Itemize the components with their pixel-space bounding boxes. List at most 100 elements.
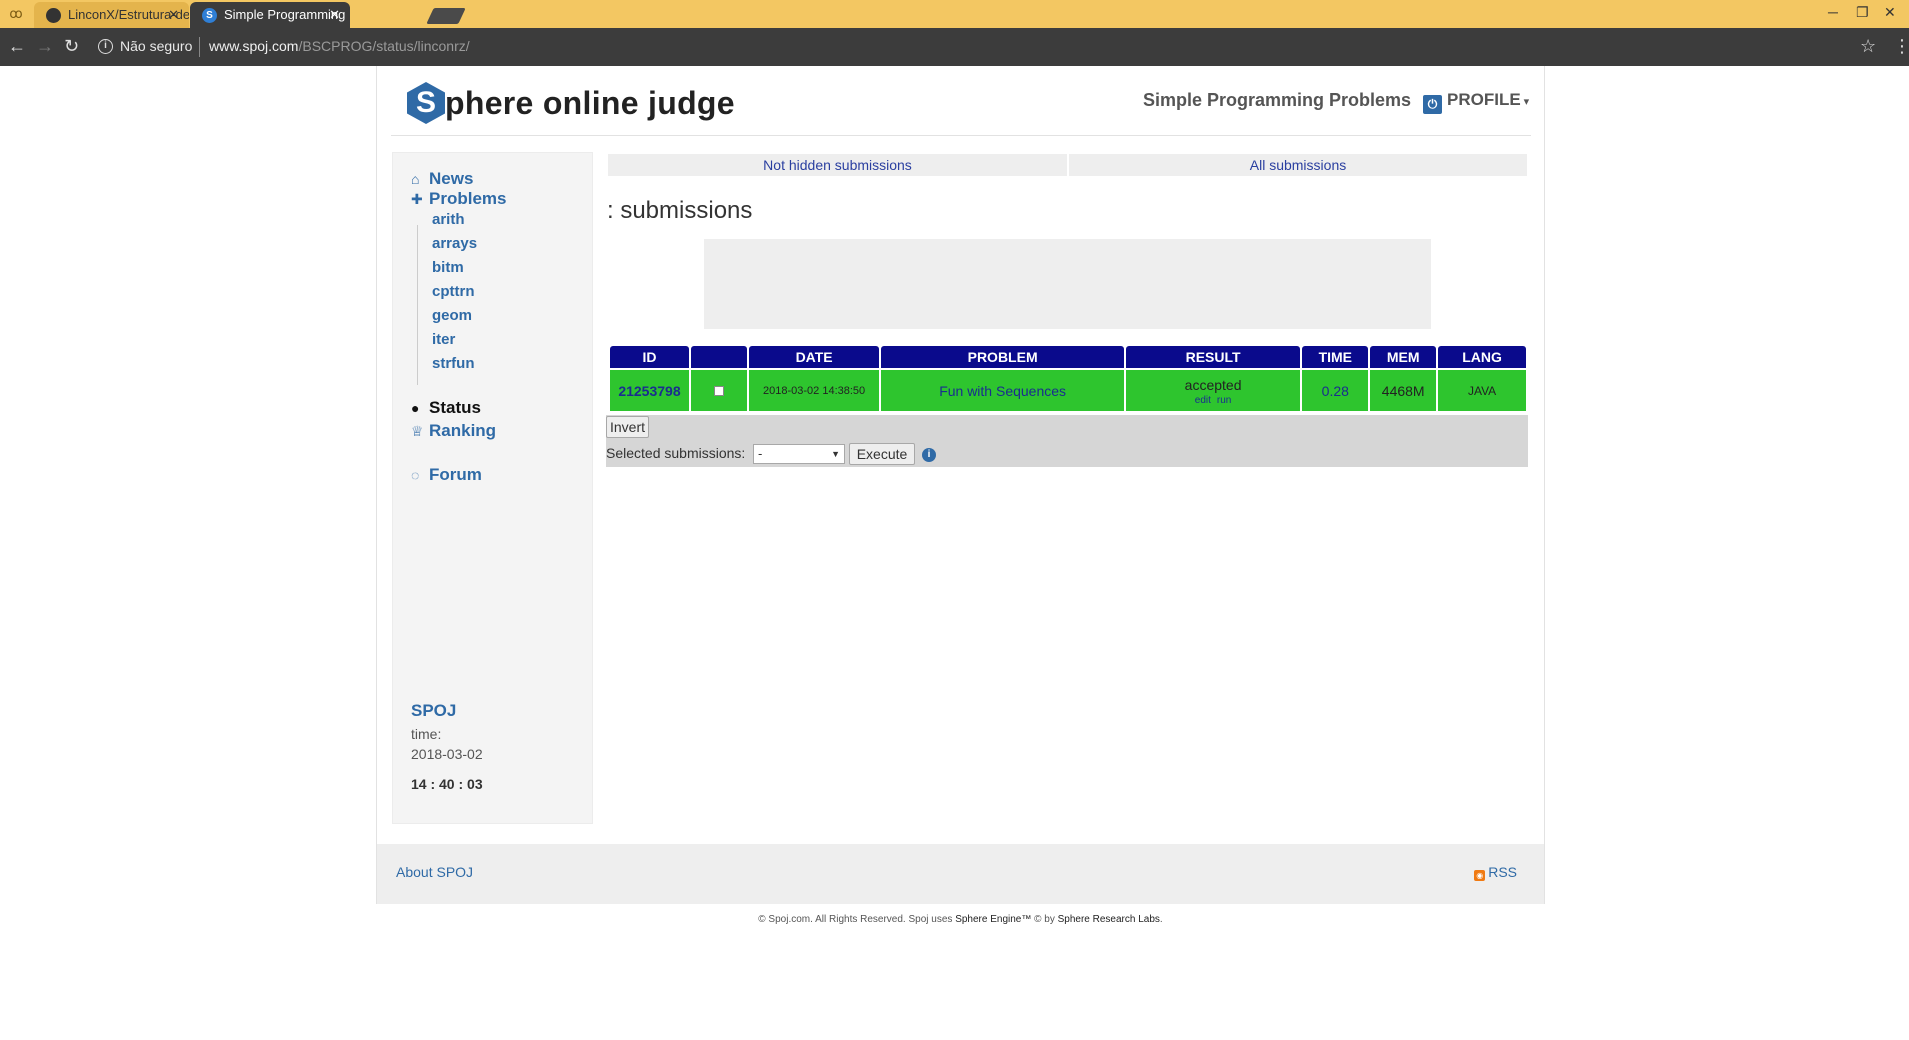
subnav-item-strfun[interactable]: strfun [432, 355, 475, 372]
result-cell: accepted edit run [1125, 368, 1301, 411]
problem-link[interactable]: Fun with Sequences [881, 368, 1124, 411]
problems-subnav: arith arrays bitm cpttrn geom iter strfu… [417, 211, 477, 385]
logo-hexagon-icon: S [407, 82, 445, 124]
submission-time[interactable]: 0.28 [1302, 368, 1369, 411]
sidebar-item-news[interactable]: ⌂ News [411, 169, 473, 189]
sidebar: ⌂ News ✚ Problems arith arrays bitm cpttrn… [392, 152, 593, 824]
result-links: edit run [1126, 395, 1301, 406]
window-close-icon[interactable]: ✕ [1884, 4, 1896, 21]
sphere-research-labs-link[interactable]: Sphere Research Labs [1058, 914, 1160, 925]
sidebar-item-status[interactable]: ● Status [411, 398, 481, 418]
sidebar-item-forum[interactable]: ◌ Forum [411, 465, 482, 485]
spoj-favicon-icon: S [202, 8, 217, 23]
security-label[interactable]: Não seguro [120, 38, 192, 54]
server-date: 2018-03-02 [411, 746, 483, 762]
copyright-line: © Spoj.com. All Rights Reserved. Spoj us… [0, 914, 1909, 925]
profile-label: PROFILE [1447, 90, 1521, 109]
action-select[interactable]: - ▼ [753, 444, 845, 464]
server-clock: 14 : 40 : 03 [411, 776, 483, 792]
subnav-item-cpttrn[interactable]: cpttrn [432, 283, 475, 300]
ad-placeholder [704, 239, 1431, 329]
table-row: 21253798 2018-03-02 14:38:50 Fun with Se… [610, 368, 1526, 411]
submission-id-link[interactable]: 21253798 [610, 368, 689, 411]
back-icon[interactable]: ← [8, 36, 26, 57]
spoj-footer-title[interactable]: SPOJ [411, 701, 456, 721]
address-bar[interactable]: i Não seguro www.spoj.com/BSCPROG/status… [92, 31, 1892, 63]
kebab-menu-icon[interactable]: ⋮ [1893, 36, 1909, 57]
browser-tab-bar: ꝏ LinconX/Estrutura-de-Da ✕ S Simple Pro… [0, 0, 1909, 28]
close-icon[interactable]: ✕ [168, 7, 179, 23]
info-icon[interactable]: i [98, 39, 113, 54]
sphere-engine-link[interactable]: Sphere Engine™ [955, 914, 1031, 925]
restore-icon[interactable]: ❐ [1856, 4, 1869, 21]
column-header-time: TIME [1302, 346, 1369, 368]
close-icon[interactable]: ✕ [329, 7, 340, 23]
subnav-item-bitm[interactable]: bitm [432, 259, 464, 276]
column-header-id: ID [610, 346, 689, 368]
new-tab-button[interactable] [426, 8, 466, 24]
header-divider [391, 135, 1531, 136]
column-header-date: DATE [748, 346, 880, 368]
sidebar-item-label: News [429, 169, 474, 188]
tab-not-hidden-submissions[interactable]: Not hidden submissions [608, 154, 1067, 176]
contest-title[interactable]: Simple Programming Problems [1143, 90, 1411, 111]
sidebar-item-problems[interactable]: ✚ Problems [411, 189, 506, 209]
submission-language: JAVA [1438, 368, 1526, 411]
column-header-lang: LANG [1438, 346, 1526, 368]
url-text[interactable]: www.spoj.com/BSCPROG/status/linconrz/ [209, 38, 470, 54]
browser-toolbar: ← → ↻ i Não seguro www.spoj.com/BSCPROG/… [0, 28, 1909, 66]
time-label: time: [411, 726, 442, 742]
incognito-menu-icon[interactable]: ꝏ [6, 6, 26, 22]
forward-icon[interactable]: → [36, 36, 54, 57]
power-icon: ⏻ [1423, 95, 1442, 114]
tab-all-submissions[interactable]: All submissions [1069, 154, 1527, 176]
rss-icon: ◉ [1474, 870, 1486, 881]
caret-down-icon: ▾ [1523, 96, 1530, 108]
star-icon[interactable]: ☆ [1860, 36, 1876, 57]
submission-filter-tabs: Not hidden submissions All submissions [608, 154, 1527, 176]
edit-link[interactable]: edit [1195, 395, 1211, 406]
column-header-select [690, 346, 747, 368]
logo-text: phere online judge [445, 85, 735, 121]
rss-label: RSS [1488, 864, 1517, 880]
profile-menu[interactable]: ⏻ PROFILE ▾ [1423, 90, 1529, 114]
trophy-icon: ♕ [411, 423, 424, 439]
subnav-item-arith[interactable]: arith [432, 211, 465, 228]
column-header-problem: PROBLEM [881, 346, 1124, 368]
sidebar-item-label: Forum [429, 465, 482, 484]
browser-tab-spoj[interactable]: S Simple Programming Pro ✕ [190, 2, 350, 28]
copyright-text-b: © by [1031, 914, 1058, 925]
divider [199, 37, 200, 57]
subnav-item-iter[interactable]: iter [432, 331, 455, 348]
page-container: S phere online judge Simple Programming … [376, 66, 1545, 904]
invert-button[interactable]: Invert [606, 416, 649, 438]
copyright-text-c: . [1159, 914, 1163, 925]
sidebar-item-label: Ranking [429, 421, 497, 440]
url-path: /BSCPROG/status/linconrz/ [298, 38, 470, 54]
copyright-text-a: © Spoj.com. All Rights Reserved. Spoj us… [758, 914, 956, 925]
home-icon: ⌂ [411, 171, 420, 187]
site-footer: About SPOJ ◉ RSS [377, 844, 1544, 904]
execute-button[interactable]: Execute [849, 443, 915, 465]
about-spoj-link[interactable]: About SPOJ [396, 864, 473, 880]
table-header-row: ID DATE PROBLEM RESULT TIME MEM LANG [610, 346, 1526, 368]
rss-link[interactable]: ◉ RSS [1474, 864, 1517, 881]
submission-date: 2018-03-02 14:38:50 [748, 368, 880, 411]
site-header: S phere online judge Simple Programming … [377, 66, 1544, 136]
subnav-item-geom[interactable]: geom [432, 307, 472, 324]
column-header-mem: MEM [1370, 346, 1437, 368]
url-host: www.spoj.com [209, 38, 299, 54]
sidebar-item-label: Problems [429, 189, 507, 208]
subnav-item-arrays[interactable]: arrays [432, 235, 477, 252]
github-favicon-icon [46, 8, 61, 23]
select-arrow-icon: ▼ [831, 449, 840, 459]
circle-icon: ● [411, 400, 420, 416]
reload-icon[interactable]: ↻ [64, 36, 79, 57]
submission-memory: 4468M [1370, 368, 1437, 411]
sidebar-item-ranking[interactable]: ♕ Ranking [411, 421, 496, 441]
submission-checkbox[interactable] [713, 385, 724, 396]
minimize-icon[interactable]: ─ [1828, 4, 1838, 20]
info-icon[interactable]: i [922, 448, 936, 462]
run-link[interactable]: run [1217, 395, 1231, 406]
browser-tab-github[interactable]: LinconX/Estrutura-de-Da ✕ [34, 2, 189, 28]
